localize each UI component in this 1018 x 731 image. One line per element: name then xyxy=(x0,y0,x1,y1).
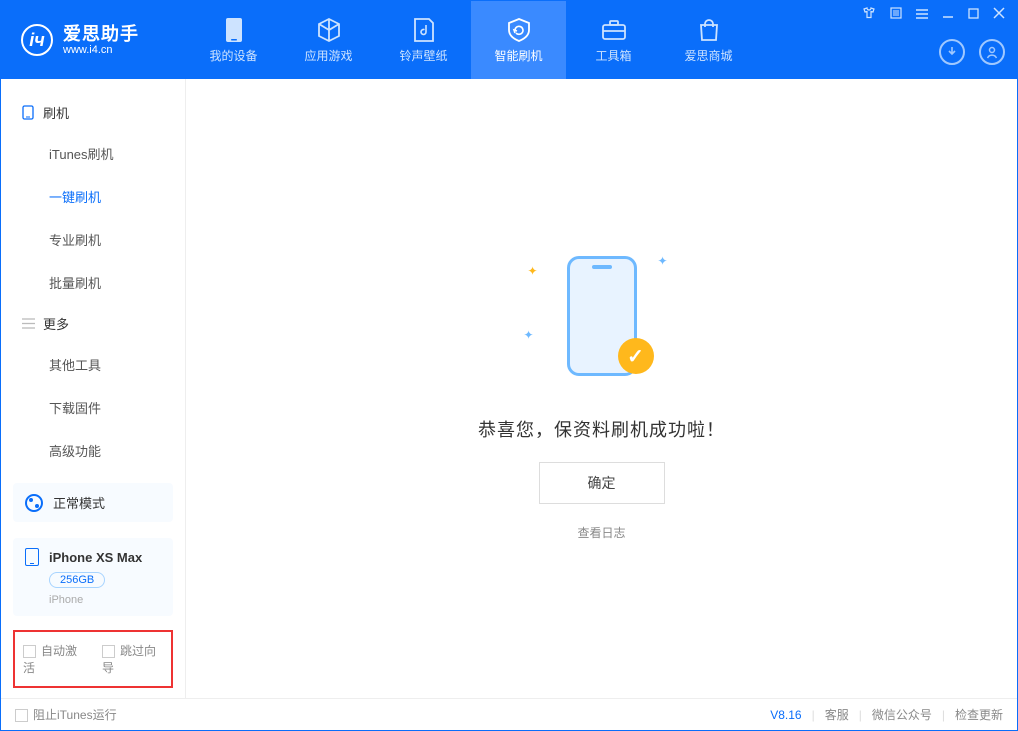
block-itunes-checkbox[interactable]: 阻止iTunes运行 xyxy=(15,706,117,723)
toolbox-icon xyxy=(601,17,627,43)
highlighted-checkbox-row: 自动激活 跳过向导 xyxy=(13,630,173,688)
device-box[interactable]: iPhone XS Max 256GB iPhone xyxy=(13,538,173,616)
group-flash-head: 刷机 xyxy=(1,93,185,132)
app-url: www.i4.cn xyxy=(63,45,139,56)
body: 刷机 iTunes刷机 一键刷机 专业刷机 批量刷机 更多 其他工具 下载固件 … xyxy=(1,79,1017,698)
cube-icon xyxy=(316,17,342,43)
footer-right: V8.16 | 客服 | 微信公众号 | 检查更新 xyxy=(770,706,1003,723)
footer-left: 阻止iTunes运行 xyxy=(15,706,117,723)
device-type: iPhone xyxy=(49,594,161,606)
download-button[interactable] xyxy=(939,39,965,65)
window-controls xyxy=(862,7,1005,22)
more-icon xyxy=(21,317,35,331)
success-message: 恭喜您，保资料刷机成功啦！ xyxy=(478,416,725,442)
footer: 阻止iTunes运行 V8.16 | 客服 | 微信公众号 | 检查更新 xyxy=(1,698,1017,730)
minimize-icon[interactable] xyxy=(942,7,954,22)
group-more-head: 更多 xyxy=(1,304,185,343)
group-flash-label: 刷机 xyxy=(43,103,69,122)
nav-ringtone-wallpaper[interactable]: 铃声壁纸 xyxy=(376,1,471,79)
nav-my-device[interactable]: 我的设备 xyxy=(186,1,281,79)
normal-mode-icon xyxy=(25,494,43,512)
sparkle-icon: ✦ xyxy=(528,264,538,278)
skip-wizard-checkbox[interactable]: 跳过向导 xyxy=(102,642,163,676)
device-name: iPhone XS Max xyxy=(49,550,142,565)
user-icons xyxy=(939,39,1005,65)
refresh-shield-icon xyxy=(506,17,532,43)
sidebar-item-batch-flash[interactable]: 批量刷机 xyxy=(1,261,185,304)
app-name: 爱思助手 xyxy=(63,25,139,43)
maximize-icon[interactable] xyxy=(968,8,979,22)
sidebar-item-other-tools[interactable]: 其他工具 xyxy=(1,343,185,386)
footer-wechat-link[interactable]: 微信公众号 xyxy=(872,706,932,723)
footer-update-link[interactable]: 检查更新 xyxy=(955,706,1003,723)
ok-button[interactable]: 确定 xyxy=(539,462,665,504)
list-icon[interactable] xyxy=(890,7,902,22)
app-window: iч 爱思助手 www.i4.cn 我的设备 应用游戏 铃声壁纸 智能刷机 xyxy=(0,0,1018,731)
sidebar-item-download-firmware[interactable]: 下载固件 xyxy=(1,386,185,429)
group-more-label: 更多 xyxy=(43,314,69,333)
nav-smart-flash[interactable]: 智能刷机 xyxy=(471,1,566,79)
nav-apps-games[interactable]: 应用游戏 xyxy=(281,1,376,79)
nav-store[interactable]: 爱思商城 xyxy=(661,1,756,79)
main-content: ✦ ✦ ✦ ✓ 恭喜您，保资料刷机成功啦！ 确定 查看日志 xyxy=(186,79,1017,698)
logo-area: iч 爱思助手 www.i4.cn xyxy=(1,1,186,79)
mode-box[interactable]: 正常模式 xyxy=(13,483,173,522)
view-log-link[interactable]: 查看日志 xyxy=(577,524,625,541)
shirt-icon[interactable] xyxy=(862,7,876,22)
device-capacity-badge: 256GB xyxy=(49,572,105,588)
sidebar-item-onekey-flash[interactable]: 一键刷机 xyxy=(1,175,185,218)
device-small-icon xyxy=(21,106,35,120)
version-label: V8.16 xyxy=(770,708,801,722)
sidebar-item-pro-flash[interactable]: 专业刷机 xyxy=(1,218,185,261)
sidebar-item-advanced[interactable]: 高级功能 xyxy=(1,429,185,472)
sidebar-item-itunes-flash[interactable]: iTunes刷机 xyxy=(1,132,185,175)
success-check-icon: ✓ xyxy=(618,338,654,374)
success-illustration: ✦ ✦ ✦ ✓ xyxy=(502,236,702,396)
logo-icon: iч xyxy=(21,24,53,56)
device-icon xyxy=(25,548,39,566)
auto-activate-checkbox[interactable]: 自动激活 xyxy=(23,642,84,676)
footer-support-link[interactable]: 客服 xyxy=(825,706,849,723)
bag-icon xyxy=(696,17,722,43)
header: iч 爱思助手 www.i4.cn 我的设备 应用游戏 铃声壁纸 智能刷机 xyxy=(1,1,1017,79)
nav-toolbox[interactable]: 工具箱 xyxy=(566,1,661,79)
phone-icon xyxy=(221,17,247,43)
sidebar: 刷机 iTunes刷机 一键刷机 专业刷机 批量刷机 更多 其他工具 下载固件 … xyxy=(1,79,186,698)
music-file-icon xyxy=(411,17,437,43)
close-icon[interactable] xyxy=(993,7,1005,22)
top-nav: 我的设备 应用游戏 铃声壁纸 智能刷机 工具箱 爱思商城 xyxy=(186,1,756,79)
sparkle-icon: ✦ xyxy=(657,254,667,268)
sparkle-icon: ✦ xyxy=(524,328,534,342)
user-button[interactable] xyxy=(979,39,1005,65)
header-right xyxy=(862,1,1005,79)
menu-icon[interactable] xyxy=(916,8,928,22)
mode-label: 正常模式 xyxy=(53,493,105,512)
